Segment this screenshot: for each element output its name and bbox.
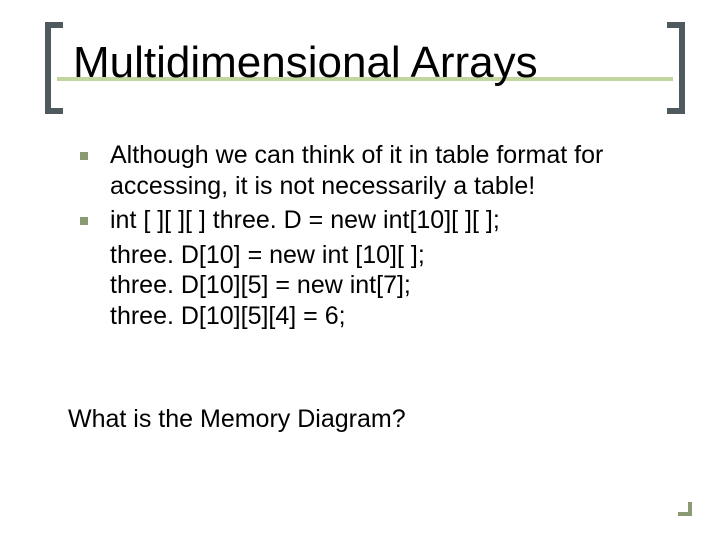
bullet-item: Although we can think of it in table for… bbox=[80, 140, 650, 201]
slide-body: Although we can think of it in table for… bbox=[80, 140, 650, 331]
bracket-left-icon bbox=[45, 22, 63, 114]
bullet-icon bbox=[80, 152, 88, 160]
corner-accent-icon bbox=[678, 502, 692, 516]
bullet-item: int [ ][ ][ ] three. D = new int[10][ ][… bbox=[80, 205, 650, 236]
bullet-subline: three. D[10][5] = new int[7]; bbox=[110, 270, 650, 301]
title-area: Multidimensional Arrays bbox=[45, 22, 685, 112]
slide: Multidimensional Arrays Although we can … bbox=[0, 0, 720, 540]
footer-question: What is the Memory Diagram? bbox=[68, 405, 406, 434]
bracket-right-icon bbox=[667, 22, 685, 114]
bullet-subline: three. D[10][5][4] = 6; bbox=[110, 301, 650, 332]
bullet-text: Although we can think of it in table for… bbox=[110, 140, 650, 201]
slide-title: Multidimensional Arrays bbox=[73, 40, 538, 86]
bullet-icon bbox=[80, 217, 88, 225]
bullet-text: int [ ][ ][ ] three. D = new int[10][ ][… bbox=[110, 205, 650, 236]
bullet-subline: three. D[10] = new int [10][ ]; bbox=[110, 240, 650, 271]
